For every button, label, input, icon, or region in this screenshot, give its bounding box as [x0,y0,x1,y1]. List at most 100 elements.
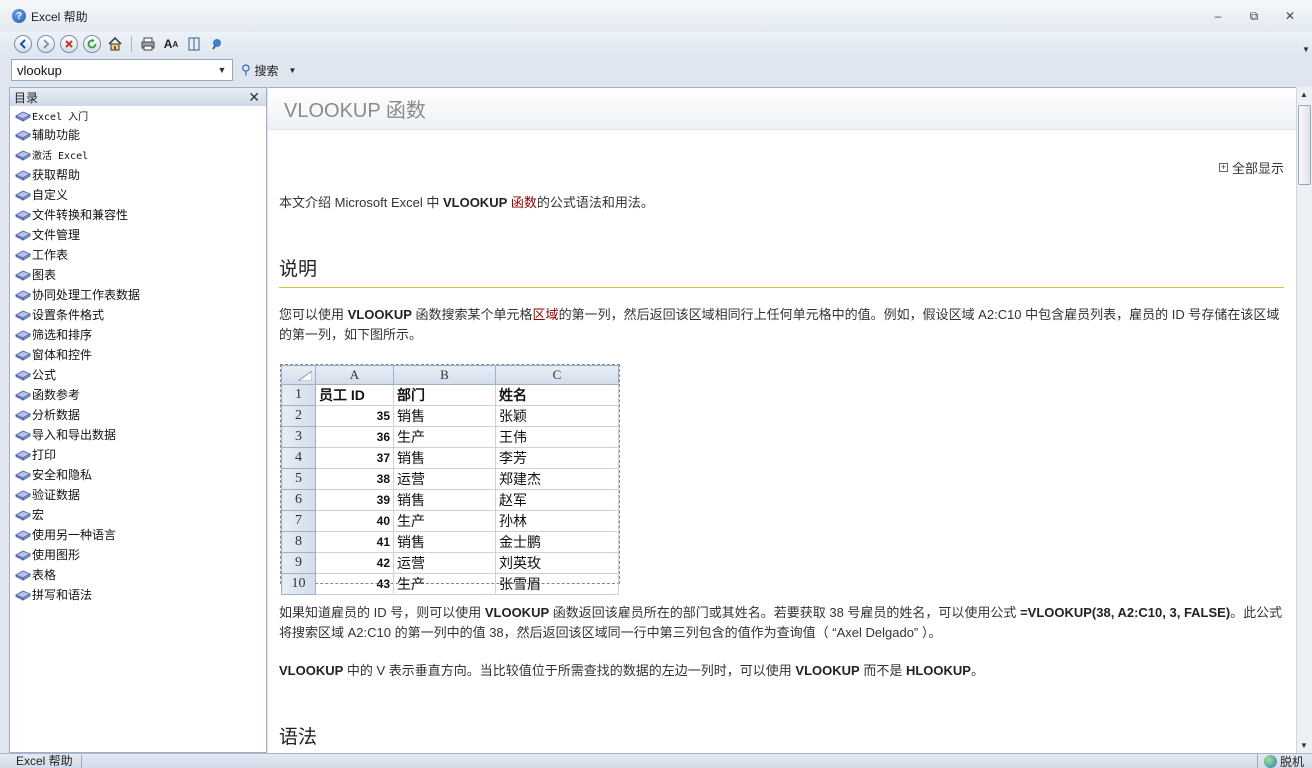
toc-item-label: Excel 入门 [32,111,89,123]
toc-item[interactable]: 设置条件格式 [15,304,266,324]
status-app-name: Excel 帮助 [0,754,82,768]
table-cell: 39 [315,489,394,511]
toc-header: 目录 ✕ [10,88,266,106]
book-icon [15,207,31,221]
book-icon [15,487,31,501]
book-icon [15,447,31,461]
close-button[interactable]: ✕ [1278,6,1302,26]
book-icon [15,187,31,201]
refresh-icon[interactable] [83,35,101,53]
book-icon [15,287,31,301]
table-cell: 员工 ID [315,384,394,406]
toc-item[interactable]: 导入和导出数据 [15,424,266,444]
book-icon [15,367,31,381]
restore-button[interactable]: ⧉ [1242,6,1266,26]
row-header: 5 [281,468,316,490]
connection-status[interactable]: 脱机 [1256,754,1304,768]
toc-item[interactable]: 文件管理 [15,224,266,244]
title-bar: ? Excel 帮助 – ⧉ ✕ [0,0,1312,32]
book-icon [15,127,31,141]
table-cell: 部门 [393,384,496,406]
sheet-corner [281,365,316,385]
search-history-dropdown-icon[interactable]: ▼ [214,62,230,78]
table-row: 7 40 生产 孙林 [281,510,619,532]
home-icon[interactable] [106,35,124,53]
toc-item[interactable]: 文件转换和兼容性 [15,204,266,224]
stop-icon[interactable] [60,35,78,53]
usage-bold-1: VLOOKUP [484,605,550,620]
toolbar-overflow-icon[interactable]: ▼ [1300,34,1312,54]
forward-icon[interactable] [37,35,55,53]
table-cell: 孙林 [495,510,619,532]
section-heading-description: 说明 [279,254,1284,288]
desc-text-1: 您可以使用 [279,307,348,322]
minimize-button[interactable]: – [1206,6,1230,26]
pin-icon[interactable] [208,35,226,53]
toc-item[interactable]: 表格 [15,564,266,584]
toc-item[interactable]: 工作表 [15,244,266,264]
intro-text-1: 本文介绍 Microsoft Excel 中 [279,195,443,210]
toc-item[interactable]: 拼写和语法 [15,584,266,604]
toc-item[interactable]: 使用图形 [15,544,266,564]
toc-item[interactable]: 验证数据 [15,484,266,504]
intro-text-2: 的公式语法和用法。 [536,195,654,210]
table-cell: 李芳 [495,447,619,469]
expand-plus-icon: + [1218,162,1228,172]
window-title: Excel 帮助 [31,9,88,24]
toc-panel: 目录 ✕ Excel 入门 辅助功能 激活 Excel 获取帮助自定义 文件转换和兼容性… [9,87,267,753]
toc-item-label: 分析数据 [32,407,81,422]
table-cell: 42 [315,552,394,574]
toc-item[interactable]: 激活 Excel [15,144,266,164]
table-cell: 张雪眉 [495,573,619,595]
toc-item[interactable]: 安全和隐私 [15,464,266,484]
scroll-down-icon[interactable]: ▼ [1300,741,1308,750]
content-scrollbar[interactable]: ▲ ▼ [1296,87,1312,753]
table-cell: 40 [315,510,394,532]
scroll-up-icon[interactable]: ▲ [1300,90,1308,99]
toc-item-label: 获取帮助 [32,167,81,182]
search-bar: ▼ ⚲ 搜索 ▼ [0,56,1312,84]
table-row: 5 38 运营 郑建杰 [281,468,619,490]
row-header: 10 [281,573,316,595]
book-icon [15,147,31,161]
range-link[interactable]: 区域 [533,307,559,322]
toc-book-icon[interactable] [185,35,203,53]
toc-close-icon[interactable]: ✕ [248,88,260,106]
toc-item[interactable]: 协同处理工作表数据 [15,284,266,304]
table-cell: 38 [315,468,394,490]
print-icon[interactable] [139,35,157,53]
toc-item[interactable]: 获取帮助 [15,164,266,184]
function-link[interactable]: 函数 [511,195,537,210]
globe-icon [1263,755,1277,768]
search-options-chevron-down-icon[interactable]: ▼ [289,66,297,75]
table-row: 2 35 销售 张颖 [281,405,619,427]
font-size-icon[interactable]: AA [162,35,180,53]
toc-item[interactable]: 筛选和排序 [15,324,266,344]
toc-item[interactable]: Excel 入门 [15,106,266,124]
table-cell: 郑建杰 [495,468,619,490]
table-cell: 刘英玫 [495,552,619,574]
toc-item[interactable]: 使用另一种语言 [15,524,266,544]
toc-item[interactable]: 公式 [15,364,266,384]
toc-item[interactable]: 图表 [15,264,266,284]
book-icon [15,507,31,521]
toc-item-label: 文件管理 [32,227,81,242]
toc-item[interactable]: 自定义 [15,184,266,204]
search-input[interactable] [12,60,212,80]
toc-item[interactable]: 打印 [15,444,266,464]
table-cell: 销售 [393,531,496,553]
search-button[interactable]: ⚲ 搜索 ▼ [241,62,296,79]
column-header: C [495,365,619,385]
table-cell: 运营 [393,552,496,574]
toc-item[interactable]: 窗体和控件 [15,344,266,364]
toc-item[interactable]: 分析数据 [15,404,266,424]
table-cell: 销售 [393,489,496,511]
row-header: 4 [281,447,316,469]
toc-item[interactable]: 宏 [15,504,266,524]
toc-item[interactable]: 函数参考 [15,384,266,404]
show-all-link[interactable]: + 全部显示 [1218,158,1284,177]
connection-status-label: 脱机 [1279,755,1304,768]
toc-item[interactable]: 辅助功能 [15,124,266,144]
scroll-thumb[interactable] [1298,105,1311,185]
back-icon[interactable] [14,35,32,53]
